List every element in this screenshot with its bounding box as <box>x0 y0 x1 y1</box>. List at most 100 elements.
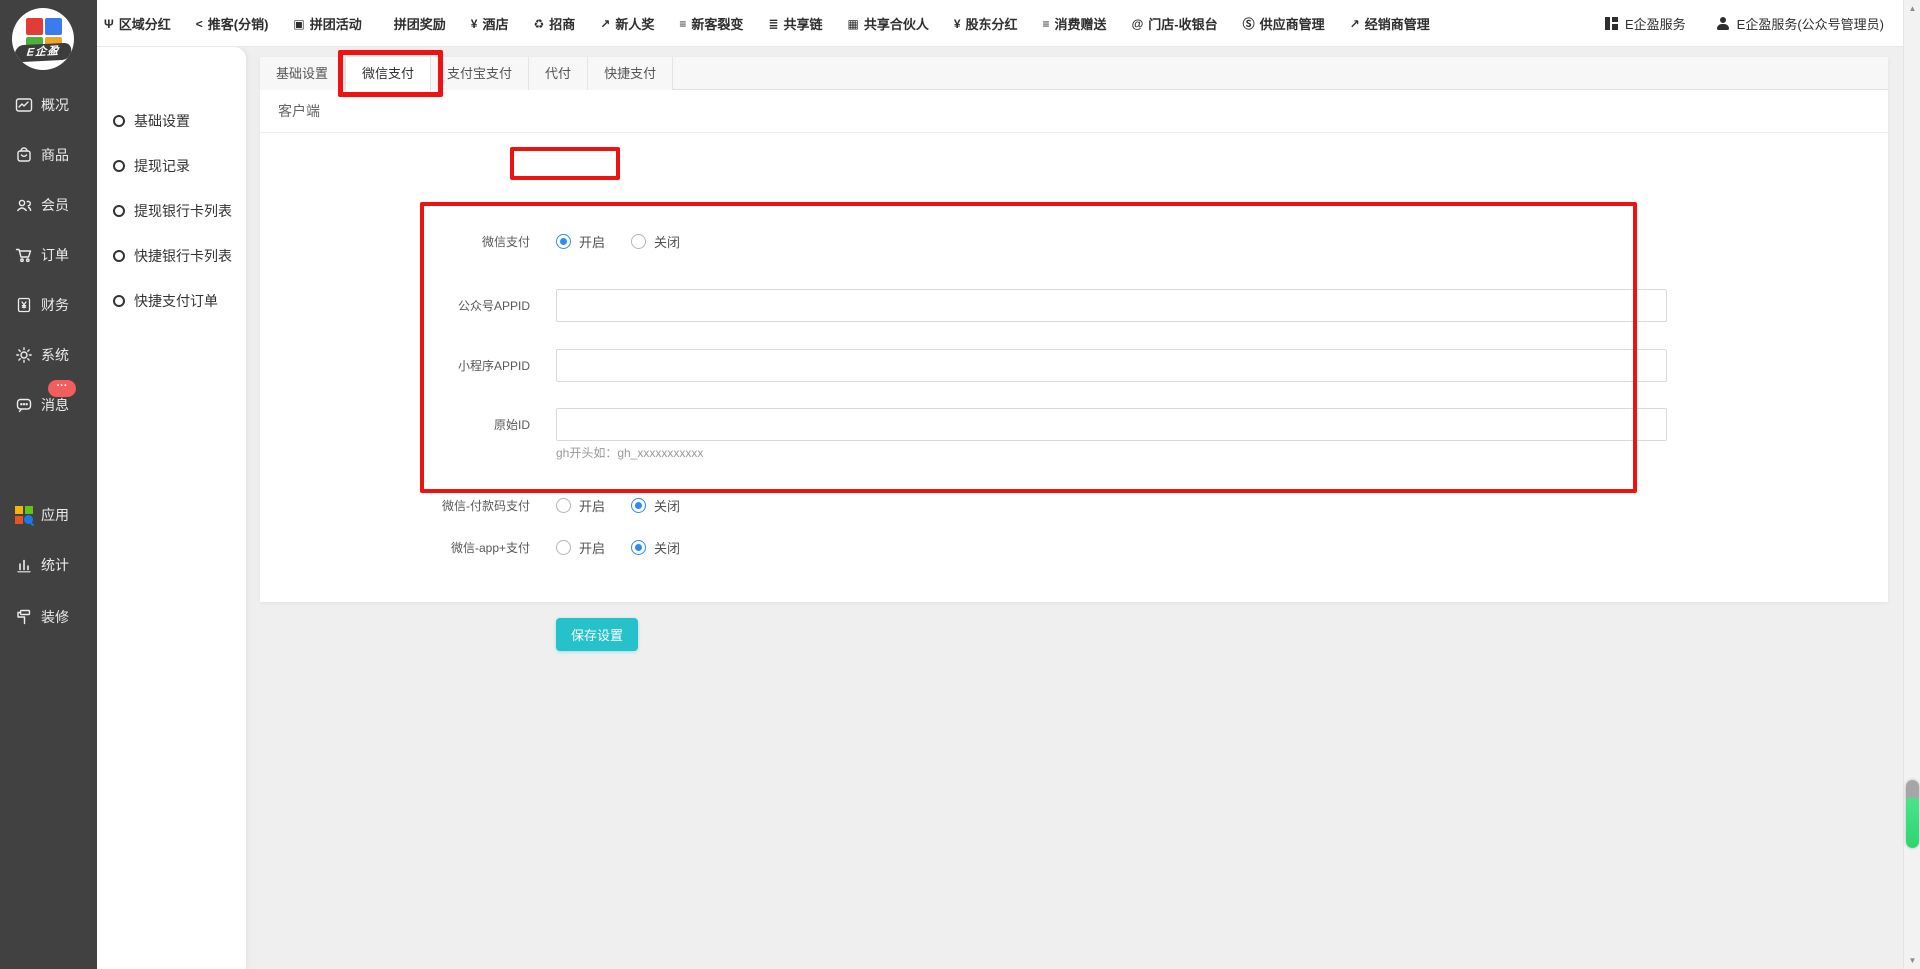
radio-scan-pay-on[interactable] <box>556 498 571 513</box>
sidebar-item-label: 统计 <box>41 555 69 575</box>
app-logo[interactable]: E企盈 <box>12 8 74 70</box>
sidebar-item-goods[interactable]: 商品 <box>0 140 97 170</box>
nav-item-label: 拼团奖励 <box>394 14 446 33</box>
yen-icon: ¥ <box>954 17 961 31</box>
sidebar-item-label: 订单 <box>41 245 69 265</box>
sidebar-item-label: 财务 <box>41 295 69 315</box>
nav-item-group-activity[interactable]: ▣ 拼团活动 <box>293 14 361 33</box>
save-settings-button[interactable]: 保存设置 <box>556 618 638 651</box>
page-scrollbar[interactable]: ▲ ▼ <box>1903 0 1920 969</box>
message-badge: ··· <box>48 380 76 397</box>
nav-item-group-reward[interactable]: 拼团奖励 <box>387 14 446 33</box>
circle-bullet-icon <box>113 295 125 307</box>
nav-item-label: 门店-收银台 <box>1148 14 1217 33</box>
nav-item-label: 推客(分销) <box>208 14 269 33</box>
nav-item-label: 共享合伙人 <box>864 14 929 33</box>
radio-wechat-pay-on[interactable] <box>556 234 571 249</box>
wechat-pay-switch-label: 微信支付 <box>260 233 530 250</box>
logo-square-red <box>26 18 43 35</box>
logo-square-blue <box>45 18 62 35</box>
nav-item-newcomer-award[interactable]: ↗新人奖 <box>600 14 654 33</box>
goods-bag-icon <box>15 146 33 164</box>
scrollbar-thumb[interactable] <box>1906 780 1919 848</box>
nav-item-hotel[interactable]: ¥酒店 <box>471 14 509 33</box>
nav-item-share-chain[interactable]: ≣共享链 <box>768 14 822 33</box>
submenu-item-quick-bankcards[interactable]: 快捷银行卡列表 <box>97 241 246 271</box>
mini-appid-row: 小程序APPID <box>260 349 1667 382</box>
tab-alipay[interactable]: 支付宝支付 <box>431 57 529 90</box>
tab-quick-pay[interactable]: 快捷支付 <box>588 57 673 90</box>
sidebar-item-label: 消息 <box>41 395 69 415</box>
radio-off-label: 关闭 <box>654 496 680 515</box>
nav-item-label: 区域分红 <box>119 14 171 33</box>
appid-label: 公众号APPID <box>260 297 530 314</box>
sidebar-item-overview[interactable]: 概况 <box>0 90 97 120</box>
original-id-label: 原始ID <box>260 416 530 433</box>
nav-item-region-dividend[interactable]: Ψ区域分红 <box>104 14 171 33</box>
nav-item-shareholder-dividend[interactable]: ¥股东分红 <box>954 14 1018 33</box>
nav-item-label: 酒店 <box>482 14 508 33</box>
radio-scan-pay-off[interactable] <box>631 498 646 513</box>
radio-on-label: 开启 <box>579 232 605 251</box>
nav-item-label: 新客裂变 <box>691 14 743 33</box>
sidebar-item-finance[interactable]: 财务 <box>0 290 97 320</box>
grid-icon <box>1605 17 1618 30</box>
nav-item-dealer-management[interactable]: ↗经销商管理 <box>1350 14 1430 33</box>
submenu-item-withdraw-records[interactable]: 提现记录 <box>97 151 246 181</box>
service-menu-item[interactable]: E企盈服务 <box>1605 14 1686 33</box>
radio-app-plus-pay-off[interactable] <box>631 540 646 555</box>
tab-basic-settings[interactable]: 基础设置 <box>260 57 345 90</box>
settings-submenu: 基础设置 提现记录 提现银行卡列表 快捷银行卡列表 快捷支付订单 <box>97 47 246 969</box>
sidebar-item-stats[interactable]: 统计 <box>0 550 97 580</box>
message-chat-icon <box>15 396 33 414</box>
orders-cart-icon <box>15 246 33 264</box>
picture-icon: ▦ <box>847 17 858 31</box>
nav-item-store-cashier[interactable]: @门店-收银台 <box>1132 14 1218 33</box>
top-navbar: Ψ区域分红 <推客(分销) ▣拼团活动 拼团奖励 ¥酒店 ♻招商 ↗新人奖 ≡新… <box>0 0 1920 47</box>
system-gear-icon <box>15 346 33 364</box>
nav-item-promoter-distribution[interactable]: <推客(分销) <box>196 14 269 33</box>
mini-appid-input[interactable] <box>556 349 1667 382</box>
radio-app-plus-pay-on[interactable] <box>556 540 571 555</box>
image-icon: ▣ <box>293 17 304 31</box>
circle-bullet-icon <box>113 205 125 217</box>
main-sidebar: 概况 商品 会员 订单 财务 系统 消息 ··· 应用 <box>0 0 97 969</box>
scroll-up-icon[interactable]: ▲ <box>1904 0 1920 17</box>
scan-pay-label: 微信-付款码支付 <box>260 497 530 514</box>
original-id-input[interactable] <box>556 408 1667 441</box>
sidebar-item-apps[interactable]: 应用 <box>0 500 97 530</box>
overview-chart-icon <box>15 96 33 114</box>
appid-input[interactable] <box>556 289 1667 322</box>
section-title: 客户端 <box>260 90 1888 133</box>
original-id-row: 原始ID <box>260 408 1667 441</box>
decorate-paint-roller-icon <box>15 608 33 626</box>
sidebar-item-message[interactable]: 消息 <box>0 390 97 420</box>
submenu-item-label: 快捷支付订单 <box>134 291 218 311</box>
submenu-item-basic-settings[interactable]: 基础设置 <box>97 106 246 136</box>
radio-off-label: 关闭 <box>654 232 680 251</box>
nav-item-investment[interactable]: ♻招商 <box>534 14 576 33</box>
admin-app: 概况 商品 会员 订单 财务 系统 消息 ··· 应用 <box>0 0 1920 969</box>
payment-tabs: 基础设置 微信支付 支付宝支付 代付 快捷支付 <box>260 57 1888 90</box>
nav-item-label: 消费赠送 <box>1055 14 1107 33</box>
nav-item-share-partner[interactable]: ▦ 共享合伙人 <box>847 14 928 33</box>
circle-bullet-icon <box>113 115 125 127</box>
sidebar-item-system[interactable]: 系统 <box>0 340 97 370</box>
nav-item-consumption-gift[interactable]: ≡消费赠送 <box>1043 14 1107 33</box>
account-menu-item[interactable]: E企盈服务(公众号管理员) <box>1716 14 1884 33</box>
sidebar-item-orders[interactable]: 订单 <box>0 240 97 270</box>
app-plus-pay-group: 开启 关闭 <box>556 538 706 557</box>
sidebar-item-members[interactable]: 会员 <box>0 190 97 220</box>
sidebar-item-decorate[interactable]: 装修 <box>0 602 97 632</box>
scroll-down-icon[interactable]: ▼ <box>1904 952 1920 969</box>
submenu-item-withdraw-bankcards[interactable]: 提现银行卡列表 <box>97 196 246 226</box>
nav-item-new-customer-fission[interactable]: ≡新客裂变 <box>679 14 743 33</box>
tab-payout[interactable]: 代付 <box>529 57 588 90</box>
nav-item-label: 拼团活动 <box>310 14 362 33</box>
tab-wechat-pay[interactable]: 微信支付 <box>345 57 431 91</box>
submenu-item-label: 基础设置 <box>134 111 190 131</box>
submenu-item-quick-pay-orders[interactable]: 快捷支付订单 <box>97 286 246 316</box>
nav-item-supplier-management[interactable]: Ⓢ供应商管理 <box>1243 14 1325 33</box>
radio-wechat-pay-off[interactable] <box>631 234 646 249</box>
sidebar-item-label: 概况 <box>41 95 69 115</box>
